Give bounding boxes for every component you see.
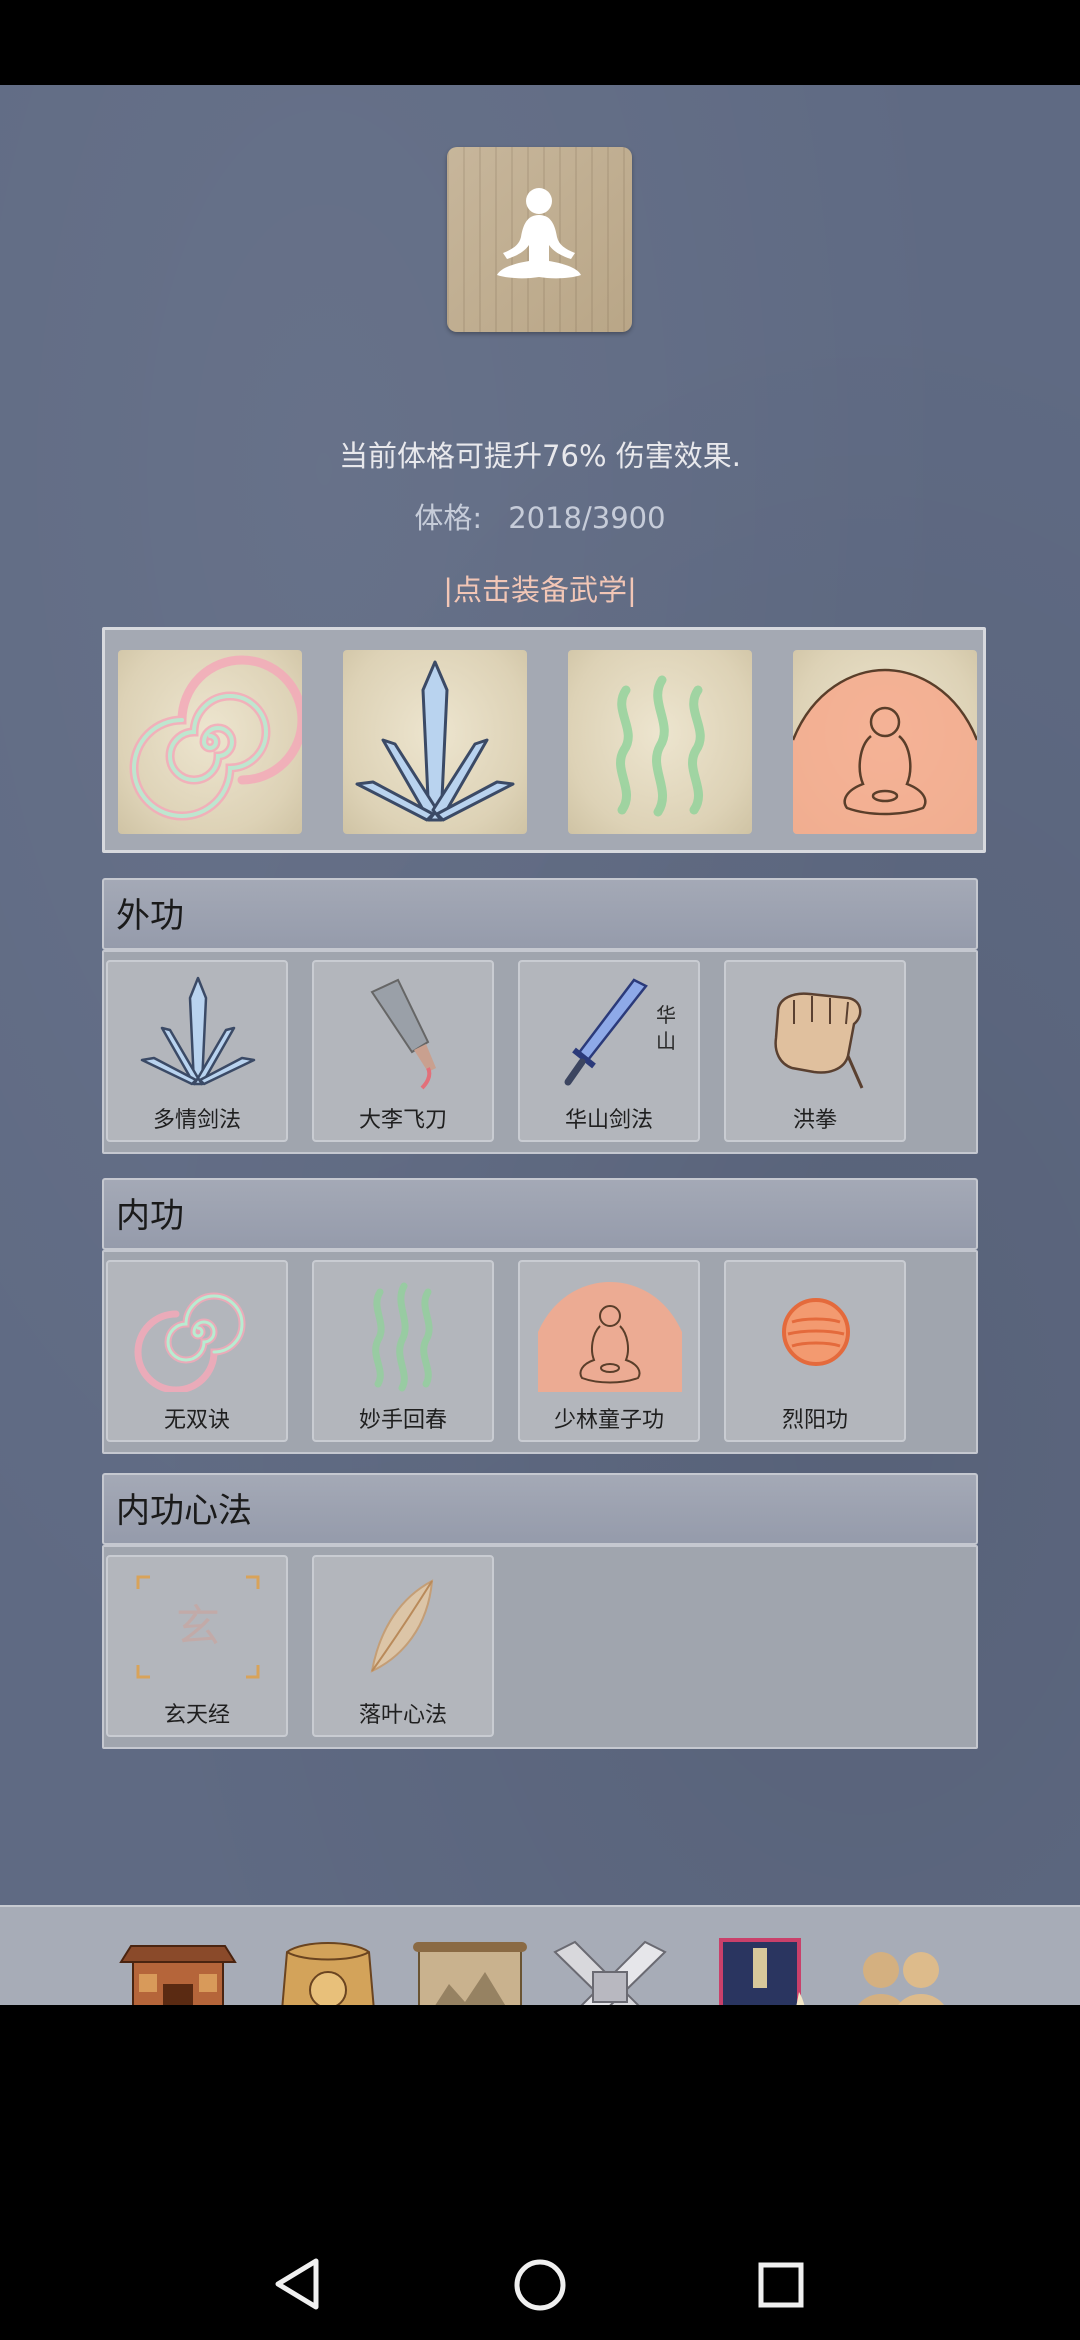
status-bar: [0, 0, 1080, 85]
green-waves-icon: [372, 1282, 433, 1392]
huashan-glyph-2: 山: [656, 1029, 676, 1053]
cleaver-icon: [370, 978, 436, 1090]
skill-card-dali-feidao[interactable]: 大李飞刀: [312, 960, 494, 1142]
sun-orb-icon: [782, 1298, 850, 1366]
skill-grid: 无双诀 妙手回春 少林童子功 烈阳功: [102, 1250, 978, 1454]
equip-hint[interactable]: |点击装备武学|: [0, 567, 1080, 609]
skill-label: 玄天经: [163, 1703, 230, 1728]
equipped-slot-3[interactable]: [568, 650, 752, 834]
section-header: 内功心法: [102, 1473, 978, 1545]
heart-method-section: 内功心法 玄 玄天经 落叶心法: [102, 1473, 978, 1749]
inner-skills-section: 内功 无双诀 妙手回春 少林童子功 烈阳功: [102, 1178, 978, 1454]
skill-card-duoqing[interactable]: 多情剑法: [106, 960, 288, 1142]
skill-grid: 玄 玄天经 落叶心法: [102, 1545, 978, 1749]
section-title: 外功: [116, 896, 184, 936]
recents-icon[interactable]: [757, 2261, 805, 2309]
skill-card-hongquan[interactable]: 洪拳: [724, 960, 906, 1142]
skill-label: 落叶心法: [358, 1703, 447, 1728]
skill-label: 多情剑法: [152, 1108, 241, 1133]
damage-effect-text: 当前体格可提升76% 伤害效果.: [339, 439, 741, 473]
home-icon[interactable]: [513, 2258, 567, 2312]
meditation-avatar[interactable]: [447, 147, 632, 332]
equipped-skills-bar: [102, 627, 986, 853]
skill-card-shaolin-tongzi[interactable]: 少林童子功: [518, 1260, 700, 1442]
huashan-glyph-1: 华: [656, 1003, 676, 1027]
equipped-slot-2[interactable]: [343, 650, 527, 834]
xuan-glyph: 玄: [176, 1601, 220, 1652]
skill-label: 大李飞刀: [358, 1108, 447, 1133]
skill-card-xuantianjing[interactable]: 玄 玄天经: [106, 1555, 288, 1737]
skill-card-wushuangjue[interactable]: 无双诀: [106, 1260, 288, 1442]
skill-card-miaoshou-huichun[interactable]: 妙手回春: [312, 1260, 494, 1442]
meditation-figure-icon: [497, 188, 581, 279]
skill-label: 洪拳: [792, 1108, 837, 1133]
fist-icon: [774, 992, 864, 1089]
skill-card-luoye-xinfa[interactable]: 落叶心法: [312, 1555, 494, 1737]
physique-value: 2018/3900: [508, 501, 666, 535]
green-waves-icon: [616, 675, 705, 817]
huashan-sword-icon: 华 山: [564, 978, 676, 1086]
xuan-emblem-icon: 玄: [136, 1575, 260, 1679]
equipped-slot-1[interactable]: [118, 650, 302, 834]
leaf-icon: [370, 1579, 434, 1673]
system-nav-bar: [0, 2005, 1080, 2340]
skill-card-huashan[interactable]: 华 山 华山剑法: [518, 960, 700, 1142]
section-title: 内功: [116, 1196, 184, 1236]
skill-grid: 多情剑法 大李飞刀 华 山 华山剑法 洪拳: [102, 950, 978, 1154]
monk-icon: [793, 668, 977, 834]
skill-label: 少林童子功: [553, 1408, 664, 1433]
monk-icon: [538, 1282, 682, 1392]
sword-fan-icon: [140, 976, 256, 1086]
skill-card-lieyanggong[interactable]: 烈阳功: [724, 1260, 906, 1442]
skill-label: 华山剑法: [564, 1108, 653, 1133]
spiral-icon: [134, 1292, 246, 1392]
section-header: 外功: [102, 878, 978, 950]
section-header: 内功: [102, 1178, 978, 1250]
sword-fan-icon: [355, 660, 515, 822]
spiral-icon: [129, 655, 302, 821]
skill-label: 无双诀: [163, 1408, 230, 1433]
section-title: 内功心法: [116, 1491, 252, 1531]
back-icon[interactable]: [272, 2257, 322, 2311]
martial-arts-screen: 当前体格可提升76% 伤害效果. 体格: 2018/3900 |点击装备武学|: [0, 85, 1080, 2089]
physique-label: 体格:: [414, 501, 483, 535]
equipped-slot-4[interactable]: [793, 650, 977, 834]
skill-label: 妙手回春: [358, 1408, 447, 1433]
skill-label: 烈阳功: [781, 1408, 848, 1433]
physique-stat: 体格: 2018/3900: [0, 495, 1080, 537]
outer-skills-section: 外功 多情剑法 大李飞刀 华 山 华山剑法 洪拳: [102, 878, 978, 1154]
